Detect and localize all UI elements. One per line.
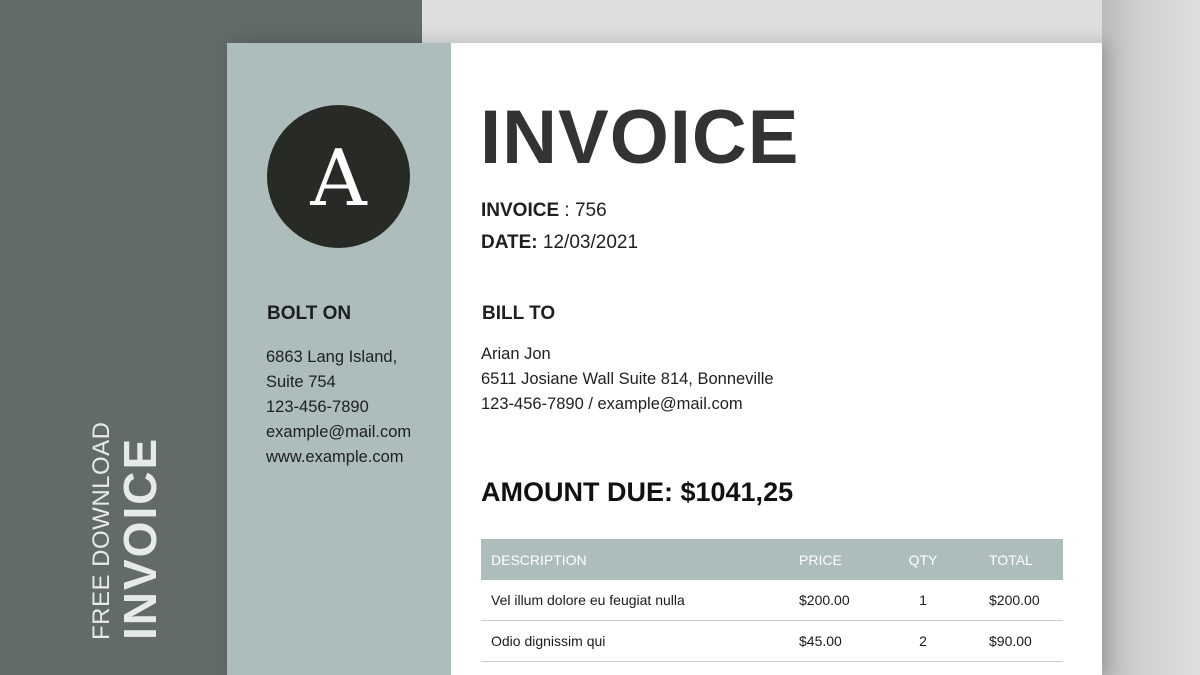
row-price: $45.00	[799, 633, 842, 649]
company-phone: 123-456-7890	[266, 398, 369, 416]
background-shadow	[1102, 0, 1200, 675]
bill-to-address: 6511 Josiane Wall Suite 814, Bonneville	[481, 370, 774, 388]
header-description: DESCRIPTION	[491, 551, 587, 568]
header-qty: QTY	[908, 551, 938, 568]
invoice-meta: INVOICE : 756 DATE: 12/03/2021	[481, 195, 638, 259]
invoice-number-label: INVOICE	[481, 200, 560, 221]
company-sidebar: A BOLT ON 6863 Lang Island, Suite 754 12…	[227, 43, 451, 675]
table-row: Odio dignissim qui $45.00 2 $90.00	[481, 621, 1063, 662]
invoice-number-separator: :	[559, 200, 575, 221]
row-description: Vel illum dolore eu feugiat nulla	[491, 592, 685, 608]
bill-to-contact: 123-456-7890 / example@mail.com	[481, 395, 743, 413]
table-row: Vel illum dolore eu feugiat nulla $200.0…	[481, 580, 1063, 621]
bill-to-heading: BILL TO	[482, 303, 556, 324]
row-qty: 2	[919, 633, 927, 649]
bill-to-details: Arian Jon 6511 Josiane Wall Suite 814, B…	[481, 342, 774, 417]
invoice-number-row: INVOICE : 756	[481, 195, 638, 227]
amount-due: AMOUNT DUE: $1041,25	[481, 477, 794, 507]
invoice-date: 12/03/2021	[542, 232, 639, 253]
side-caption-small: FREE DOWNLOAD	[88, 421, 115, 640]
side-caption: FREE DOWNLOAD INVOICE	[88, 421, 166, 640]
company-address-line: 6863 Lang Island,	[266, 348, 398, 366]
row-qty: 1	[919, 592, 927, 608]
header-price: PRICE	[799, 551, 842, 568]
invoice-date-label: DATE:	[481, 232, 538, 253]
company-logo: A	[267, 105, 410, 248]
row-description: Odio dignissim qui	[491, 633, 606, 649]
bill-to-name: Arian Jon	[481, 345, 551, 363]
invoice-number: 756	[574, 200, 607, 221]
row-total: $200.00	[989, 592, 1040, 608]
invoice-date-row: DATE: 12/03/2021	[481, 227, 638, 259]
company-address-line: Suite 754	[266, 373, 336, 391]
invoice-title: INVOICE	[480, 95, 800, 180]
logo-letter: A	[310, 133, 367, 224]
company-website: www.example.com	[266, 448, 404, 466]
company-name: BOLT ON	[267, 303, 352, 324]
company-email: example@mail.com	[266, 423, 412, 441]
row-total: $90.00	[989, 633, 1032, 649]
company-address: 6863 Lang Island, Suite 754 123-456-7890…	[266, 345, 446, 470]
line-items-table: DESCRIPTION PRICE QTY TOTAL Vel illum do…	[481, 539, 1063, 662]
side-caption-big: INVOICE	[114, 436, 166, 640]
row-price: $200.00	[799, 592, 850, 608]
invoice-sheet: A BOLT ON 6863 Lang Island, Suite 754 12…	[227, 43, 1102, 675]
table-header: DESCRIPTION PRICE QTY TOTAL	[481, 539, 1063, 580]
header-total: TOTAL	[989, 551, 1033, 568]
